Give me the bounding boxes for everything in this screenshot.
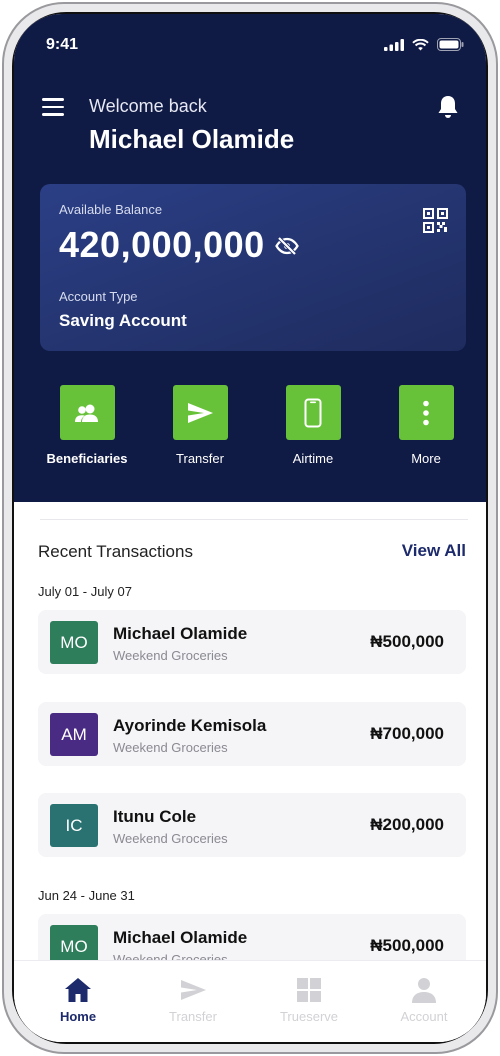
nav-trueserve[interactable]: Trueserve	[264, 975, 354, 1024]
grid-icon	[297, 978, 321, 1002]
phone-icon	[304, 398, 322, 427]
transaction-name: Itunu Cole	[113, 807, 197, 826]
nav-account[interactable]: Account	[379, 975, 469, 1024]
user-name: Michael Olamide	[89, 124, 295, 154]
people-icon	[75, 404, 98, 422]
avatar: AM	[50, 713, 98, 756]
hide-balance-eye-icon[interactable]	[275, 236, 299, 256]
status-time: 9:41	[46, 36, 79, 53]
status-bar: 9:41	[14, 14, 486, 70]
nav-transfer[interactable]: Transfer	[148, 975, 238, 1024]
app-screen: 9:41 Welcome back Michael Olamide Availa…	[14, 14, 486, 1042]
balance-card: Available Balance 420,000,000 Account Ty…	[40, 184, 466, 351]
status-icons	[384, 38, 464, 51]
action-label: Beneficiaries	[46, 451, 128, 466]
transaction-name: Michael Olamide	[113, 624, 248, 643]
section-divider	[40, 519, 468, 520]
balance-label: Available Balance	[59, 202, 163, 217]
action-label: Transfer	[176, 451, 224, 466]
action-label: Airtime	[292, 451, 334, 466]
transaction-row[interactable]: IC Itunu Cole Weekend Groceries ₦200,000	[38, 793, 466, 857]
action-tile[interactable]	[398, 385, 454, 440]
transaction-row[interactable]: MO Michael Olamide Weekend Groceries ₦50…	[38, 610, 466, 674]
send-icon	[181, 980, 206, 1000]
send-icon	[188, 402, 213, 423]
signal-icon	[384, 38, 404, 51]
nav-label: Trueserve	[279, 1009, 339, 1024]
nav-home[interactable]: Home	[33, 975, 123, 1024]
date-range-label: Jun 24 - June 31	[38, 888, 135, 903]
avatar: IC	[50, 804, 98, 847]
date-range-label: July 01 - July 07	[38, 584, 132, 599]
bell-icon[interactable]	[436, 94, 460, 120]
action-beneficiaries[interactable]: Beneficiaries	[32, 385, 142, 466]
nav-label: Account	[400, 1009, 448, 1024]
qr-code-icon[interactable]	[423, 208, 448, 233]
account-type-label: Account Type	[59, 289, 138, 304]
transaction-description: Weekend Groceries	[113, 740, 228, 755]
transaction-description: Weekend Groceries	[113, 648, 228, 663]
home-icon	[65, 978, 91, 1002]
wifi-icon	[412, 38, 429, 50]
transaction-name: Ayorinde Kemisola	[113, 716, 267, 735]
avatar: MO	[50, 621, 98, 664]
transaction-name: Michael Olamide	[113, 928, 248, 947]
action-airtime[interactable]: Airtime	[258, 385, 368, 466]
welcome-text: Welcome back	[89, 96, 207, 116]
view-all-link[interactable]: View All	[402, 541, 466, 561]
action-label: More	[411, 451, 441, 466]
transaction-amount: ₦500,000	[370, 632, 444, 651]
transaction-amount: ₦200,000	[370, 815, 444, 834]
transaction-amount: ₦500,000	[370, 936, 444, 955]
action-tile[interactable]	[285, 385, 341, 440]
bottom-nav: Home Transfer Trueserve Account	[14, 960, 486, 1042]
more-vertical-icon	[423, 400, 429, 425]
account-type-value: Saving Account	[59, 311, 187, 330]
battery-icon	[437, 38, 464, 51]
user-icon	[412, 978, 436, 1003]
action-tile[interactable]	[172, 385, 228, 440]
transaction-row[interactable]: AM Ayorinde Kemisola Weekend Groceries ₦…	[38, 702, 466, 766]
action-more[interactable]: More	[371, 385, 481, 466]
action-tile[interactable]	[59, 385, 115, 440]
transaction-amount: ₦700,000	[370, 724, 444, 743]
nav-label: Home	[59, 1009, 97, 1024]
balance-value: 420,000,000	[59, 224, 265, 265]
recent-transactions-title: Recent Transactions	[38, 542, 193, 561]
transaction-description: Weekend Groceries	[113, 831, 228, 846]
action-transfer[interactable]: Transfer	[145, 385, 255, 466]
nav-label: Transfer	[169, 1009, 217, 1024]
hamburger-menu-icon[interactable]	[42, 98, 64, 116]
